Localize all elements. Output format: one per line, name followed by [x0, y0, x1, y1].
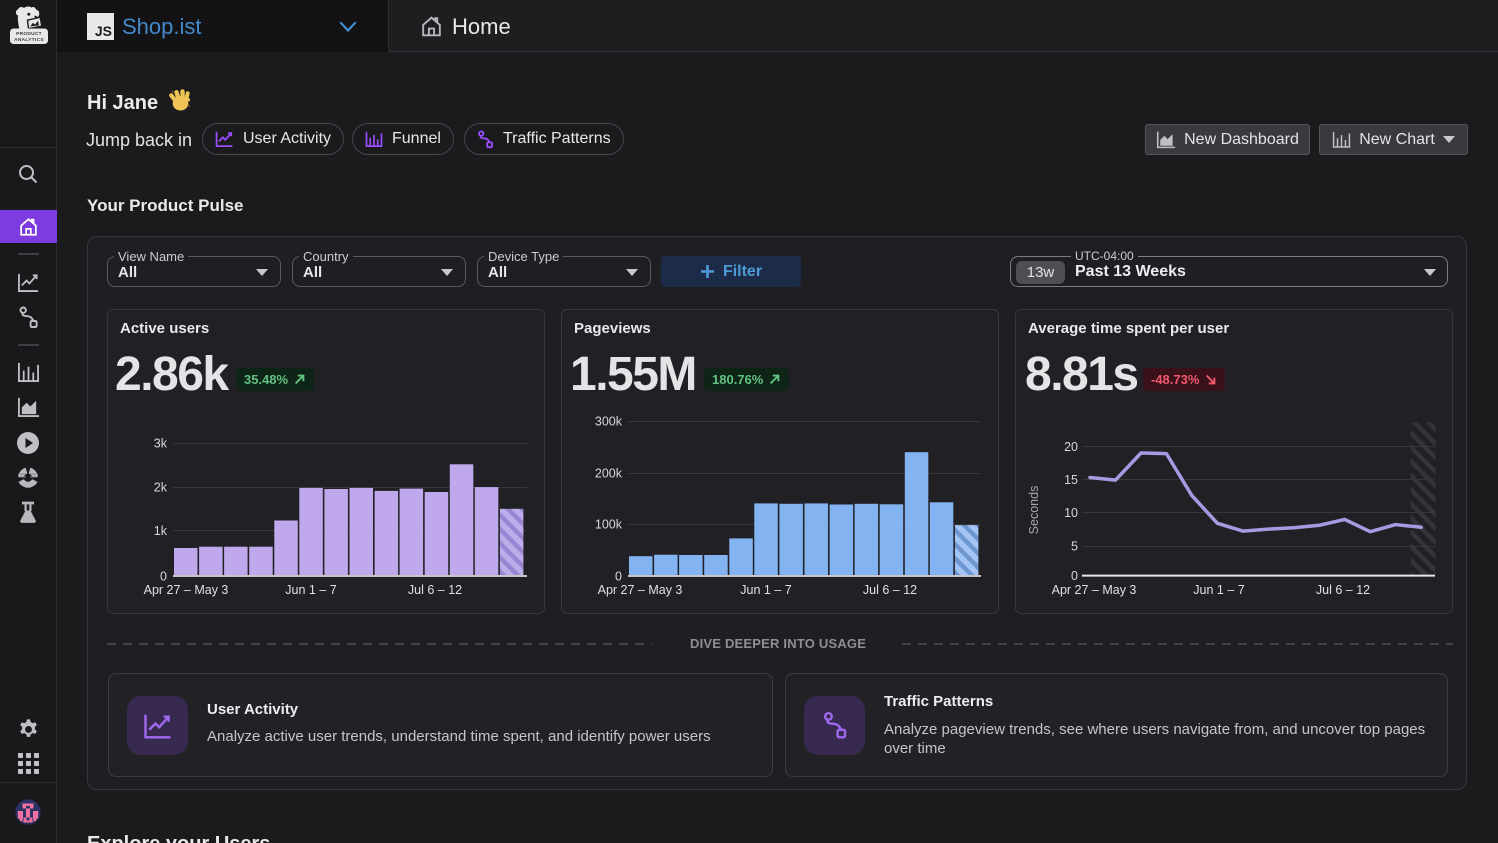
svg-text:200k: 200k [595, 467, 623, 481]
svg-text:0: 0 [160, 570, 167, 584]
svg-text:300k: 300k [595, 415, 623, 429]
svg-text:0: 0 [615, 570, 622, 584]
svg-text:ANALYTICS: ANALYTICS [14, 37, 44, 43]
svg-text:Jul 6 – 12: Jul 6 – 12 [863, 583, 917, 597]
svg-text:0: 0 [1071, 569, 1078, 583]
svg-text:Apr 27 – May 3: Apr 27 – May 3 [144, 583, 229, 597]
svg-text:Apr 27 – May 3: Apr 27 – May 3 [598, 583, 683, 597]
svg-text:3k: 3k [154, 437, 168, 451]
svg-text:1k: 1k [154, 524, 168, 538]
svg-text:Seconds: Seconds [1027, 486, 1041, 535]
svg-text:20: 20 [1064, 440, 1078, 454]
svg-text:Apr 27 – May 3: Apr 27 – May 3 [1052, 583, 1137, 597]
svg-text:Jun 1 – 7: Jun 1 – 7 [285, 583, 336, 597]
svg-text:Jun 1 – 7: Jun 1 – 7 [740, 583, 791, 597]
svg-text:10: 10 [1064, 506, 1078, 520]
svg-text:5: 5 [1071, 540, 1078, 554]
svg-text:Jun 1 – 7: Jun 1 – 7 [1193, 583, 1244, 597]
svg-text:100k: 100k [595, 518, 623, 532]
svg-text:PRODUCT: PRODUCT [16, 31, 42, 37]
svg-text:Jul 6 – 12: Jul 6 – 12 [1316, 583, 1370, 597]
svg-text:15: 15 [1064, 473, 1078, 487]
svg-text:2k: 2k [154, 481, 168, 495]
svg-text:Jul 6 – 12: Jul 6 – 12 [408, 583, 462, 597]
